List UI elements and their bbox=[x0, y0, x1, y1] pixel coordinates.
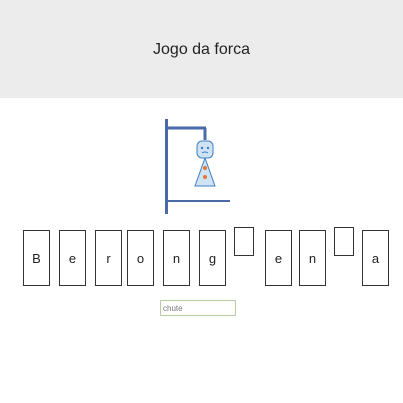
letter-slot: e bbox=[59, 230, 86, 286]
page-title: Jogo da forca bbox=[153, 41, 250, 58]
letter-slot: B bbox=[23, 230, 50, 286]
letter-slot: e bbox=[265, 230, 292, 286]
letter-slot-empty bbox=[334, 227, 354, 256]
letter-slot: n bbox=[299, 230, 326, 286]
guess-input[interactable] bbox=[160, 300, 236, 316]
letter-slot: g bbox=[199, 230, 226, 286]
header-bar: Jogo da forca bbox=[0, 0, 403, 98]
gallows-drawing bbox=[165, 119, 230, 214]
letter-slot: o bbox=[127, 230, 154, 286]
letter-slot: a bbox=[362, 230, 389, 286]
letter-slot: n bbox=[163, 230, 190, 286]
letter-slot-empty bbox=[234, 227, 254, 256]
hangman-figure bbox=[194, 140, 216, 187]
letter-slot: r bbox=[95, 230, 122, 286]
gallows-frame bbox=[165, 119, 230, 214]
